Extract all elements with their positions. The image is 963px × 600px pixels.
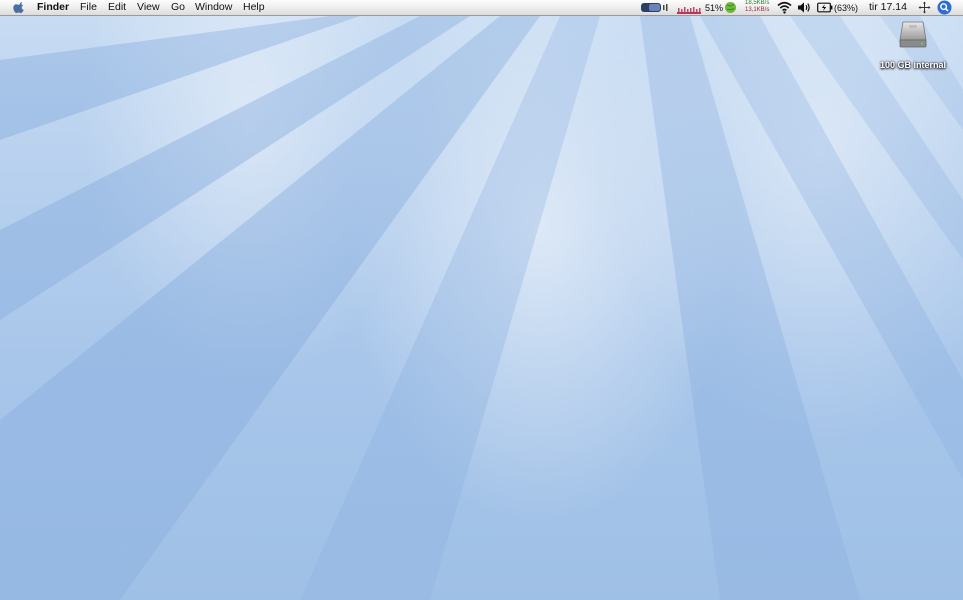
desktop-icon-internal-drive[interactable]: 100 GB internal <box>876 20 950 73</box>
battery-icon[interactable] <box>817 2 833 13</box>
app-menu-finder[interactable]: Finder <box>37 1 69 14</box>
menu-file[interactable]: File <box>80 1 97 14</box>
volume-icon[interactable] <box>797 1 812 14</box>
spotlight-search-icon[interactable] <box>937 0 952 15</box>
cpu-history-icon[interactable] <box>677 0 701 15</box>
hard-drive-icon <box>899 21 927 48</box>
apple-menu-icon[interactable] <box>13 1 26 14</box>
desktop-icon-label: 100 GB internal <box>879 60 947 70</box>
desktop-wallpaper <box>0 0 963 600</box>
network-globe-icon[interactable] <box>724 1 737 14</box>
menu-clock[interactable]: tir 17.14 <box>869 1 907 14</box>
wifi-icon[interactable] <box>777 1 792 14</box>
menu-view[interactable]: View <box>137 1 160 14</box>
menu-go[interactable]: Go <box>171 1 185 14</box>
battery-percent[interactable]: (63%) <box>834 2 858 15</box>
menu-edit[interactable]: Edit <box>108 1 126 14</box>
net-down-rate: 18,5KB/s <box>745 0 770 6</box>
menu-help[interactable]: Help <box>243 1 265 14</box>
menu-window[interactable]: Window <box>195 1 232 14</box>
snow-wallpaper-shadows <box>0 16 963 600</box>
menu-bar: Finder File Edit View Go Window Help 51%… <box>0 0 963 16</box>
net-up-rate: 13,1KB/s <box>745 7 770 13</box>
move-arrows-icon[interactable] <box>918 1 931 14</box>
video-extra-icon[interactable] <box>640 0 670 15</box>
cpu-percent[interactable]: 51% <box>705 2 723 15</box>
